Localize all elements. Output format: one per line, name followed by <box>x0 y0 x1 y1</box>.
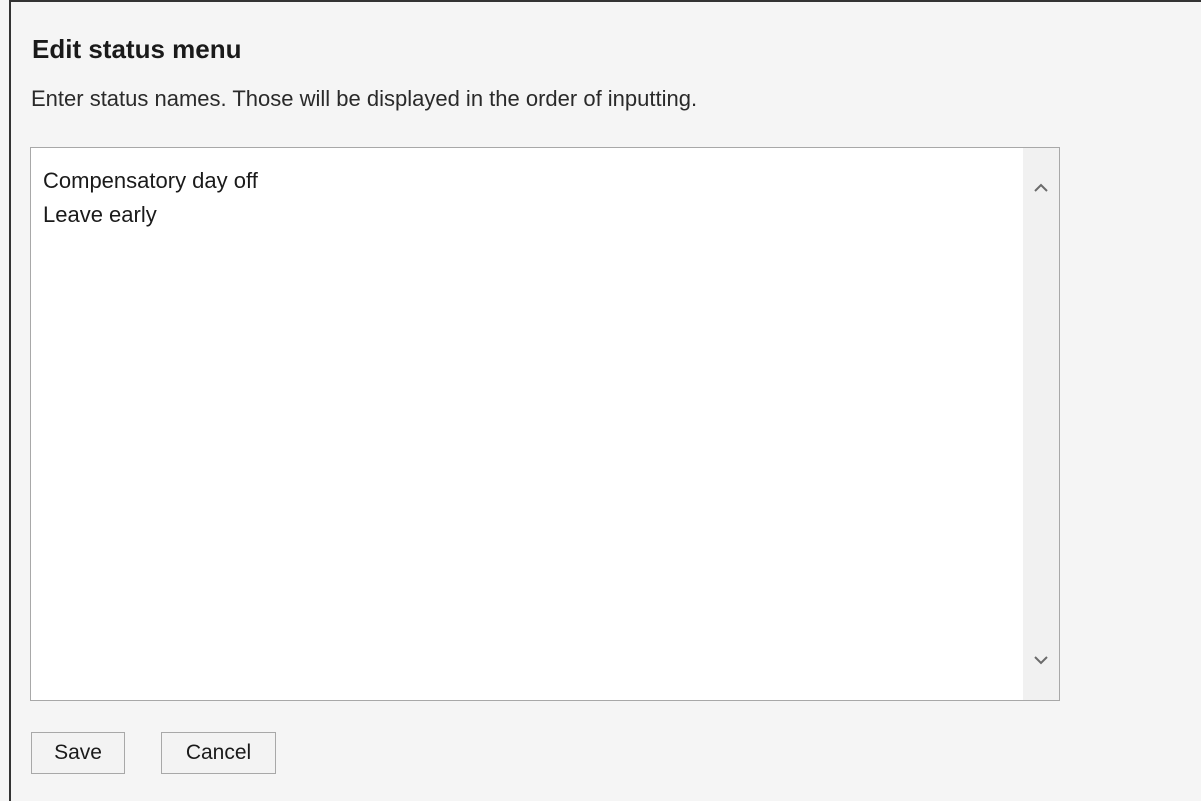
save-button[interactable]: Save <box>31 732 125 774</box>
chevron-up-icon <box>1034 183 1048 192</box>
chevron-down-icon <box>1034 656 1048 665</box>
status-line: Compensatory day off <box>43 168 258 193</box>
status-names-textarea[interactable]: Compensatory day off Leave early <box>30 147 1060 701</box>
edit-status-panel: Edit status menu Enter status names. Tho… <box>9 0 1201 801</box>
textarea-content[interactable]: Compensatory day off Leave early <box>43 164 1019 232</box>
page-title: Edit status menu <box>32 34 242 64</box>
status-line: Leave early <box>43 202 157 227</box>
scroll-down-button[interactable] <box>1023 642 1059 678</box>
instructions-text: Enter status names. Those will be displa… <box>31 86 698 111</box>
cancel-button[interactable]: Cancel <box>161 732 276 774</box>
vertical-scrollbar[interactable] <box>1023 148 1059 700</box>
scroll-up-button[interactable] <box>1023 170 1059 206</box>
